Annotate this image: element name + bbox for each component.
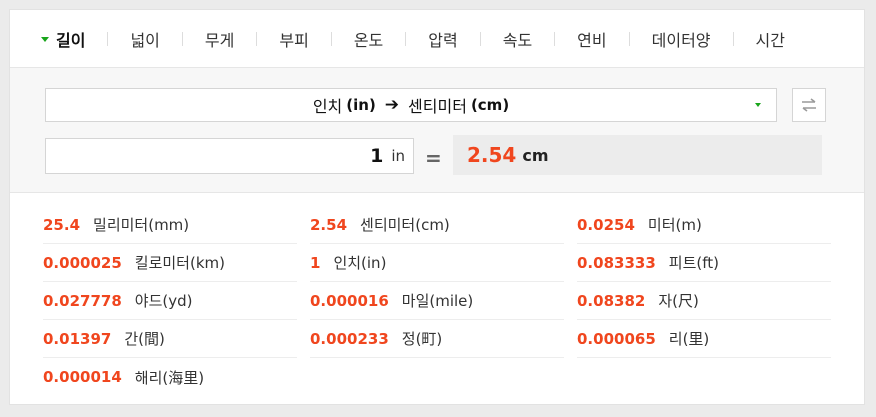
result-item-value: 0.083333 [577,253,656,272]
result-item-unit: 리(里) [668,330,710,348]
list-item: 0.08382 자(尺) [577,282,831,320]
result-item-value: 25.4 [43,215,81,234]
tab-label: 부피 [279,30,309,50]
result-item-value: 2.54 [310,215,348,234]
result-item-value: 0.01397 [43,329,112,348]
result-item-value: 1 [310,253,321,272]
tab-divider [107,31,109,46]
tab-divider [330,31,332,46]
result-item-unit: 마일(mile) [401,292,474,310]
tab-volume[interactable]: 부피 [279,27,308,51]
result-item-unit: 밀리미터(mm) [93,216,190,234]
from-unit-code: (in) [346,96,376,114]
tab-label: 연비 [577,30,607,50]
list-item: 0.0254 미터(m) [577,206,831,244]
list-item: 0.000065 리(里) [577,320,831,358]
list-item: 0.000016 마일(mile) [310,282,564,320]
result-unit: cm [522,145,549,165]
result-item-unit: 야드(yd) [134,292,193,310]
result-item-value: 0.000065 [577,329,656,348]
result-item-unit: 미터(m) [647,216,702,234]
tab-temperature[interactable]: 온도 [354,27,383,51]
result-item-unit: 피트(ft) [668,254,719,272]
tab-label: 시간 [755,30,785,50]
tab-divider [732,31,734,46]
result-item-unit: 해리(海里) [134,368,205,387]
tab-data-size[interactable]: 데이터양 [652,27,711,51]
list-item: 2.54 센티미터(cm) [310,206,564,244]
result-item-value: 0.08382 [577,291,646,310]
tab-speed[interactable]: 속도 [503,27,532,51]
tab-fuel-efficiency[interactable]: 연비 [577,27,606,51]
tab-length[interactable]: 길이 [41,27,85,51]
category-tabs: 길이 넓이 무게 부피 온도 압력 속도 연비 데이터양 시간 [10,10,864,68]
list-item: 0.083333 피트(ft) [577,244,831,282]
to-unit-name: 센티미터 [408,97,467,116]
list-item: 1 인치(in) [310,244,564,282]
tab-label: 길이 [56,30,86,50]
input-unit: in [391,147,405,165]
tab-weight[interactable]: 무게 [205,27,234,51]
result-item-unit: 자(尺) [658,292,699,310]
list-item: 25.4 밀리미터(mm) [43,206,297,244]
arrow-right-icon: ➔ [384,95,400,115]
list-item: 0.000233 정(町) [310,320,564,358]
result-item-value: 0.000014 [43,368,122,386]
tab-divider [554,31,556,46]
unit-select[interactable]: 인치 (in) ➔ 센티미터 (cm) [45,88,777,122]
result-item-unit: 간(間) [124,330,165,348]
tab-area[interactable]: 넓이 [130,27,159,51]
result-item-value: 0.000233 [310,329,389,348]
result-value: 2.54 [467,143,517,167]
list-item: 0.01397 간(間) [43,320,297,358]
list-item: 0.000025 킬로미터(km) [43,244,297,282]
tab-label: 압력 [428,30,458,50]
tab-label: 온도 [353,30,384,50]
swap-icon [802,98,816,112]
tab-label: 넓이 [130,30,160,50]
tab-time[interactable]: 시간 [756,27,785,51]
tab-divider [405,31,407,46]
tab-divider [181,31,183,46]
tab-divider [479,31,481,46]
list-item: 0.000014 해리(海里) [43,358,297,396]
converter-panel: 인치 (in) ➔ 센티미터 (cm) in = 2.54 cm [10,68,864,193]
result-item-value: 0.0254 [577,215,635,234]
tab-divider [256,31,258,46]
result-item-value: 0.000016 [310,291,389,310]
result-item-value: 0.027778 [43,291,122,310]
equals-sign: = [425,146,442,170]
to-unit-code: (cm) [470,96,510,114]
active-marker-icon [41,36,49,42]
value-input[interactable] [81,144,386,168]
result-box: 2.54 cm [453,135,822,175]
chevron-down-icon [755,103,761,107]
tab-pressure[interactable]: 압력 [428,27,457,51]
value-input-box[interactable]: in [45,138,414,174]
tab-divider [628,31,630,46]
unit-converter-card: 길이 넓이 무게 부피 온도 압력 속도 연비 데이터양 시간 인치 (in) … [9,9,865,405]
tab-label: 속도 [502,30,533,50]
result-item-value: 0.000025 [43,253,122,272]
list-item: 0.027778 야드(yd) [43,282,297,320]
swap-units-button[interactable] [792,88,826,122]
result-item-unit: 인치(in) [333,254,387,272]
result-item-unit: 킬로미터(km) [134,254,225,272]
tab-label: 데이터양 [651,30,711,50]
result-item-unit: 정(町) [401,330,443,348]
from-unit-name: 인치 [312,97,343,116]
result-item-unit: 센티미터(cm) [360,216,450,234]
tab-label: 무게 [204,30,235,50]
